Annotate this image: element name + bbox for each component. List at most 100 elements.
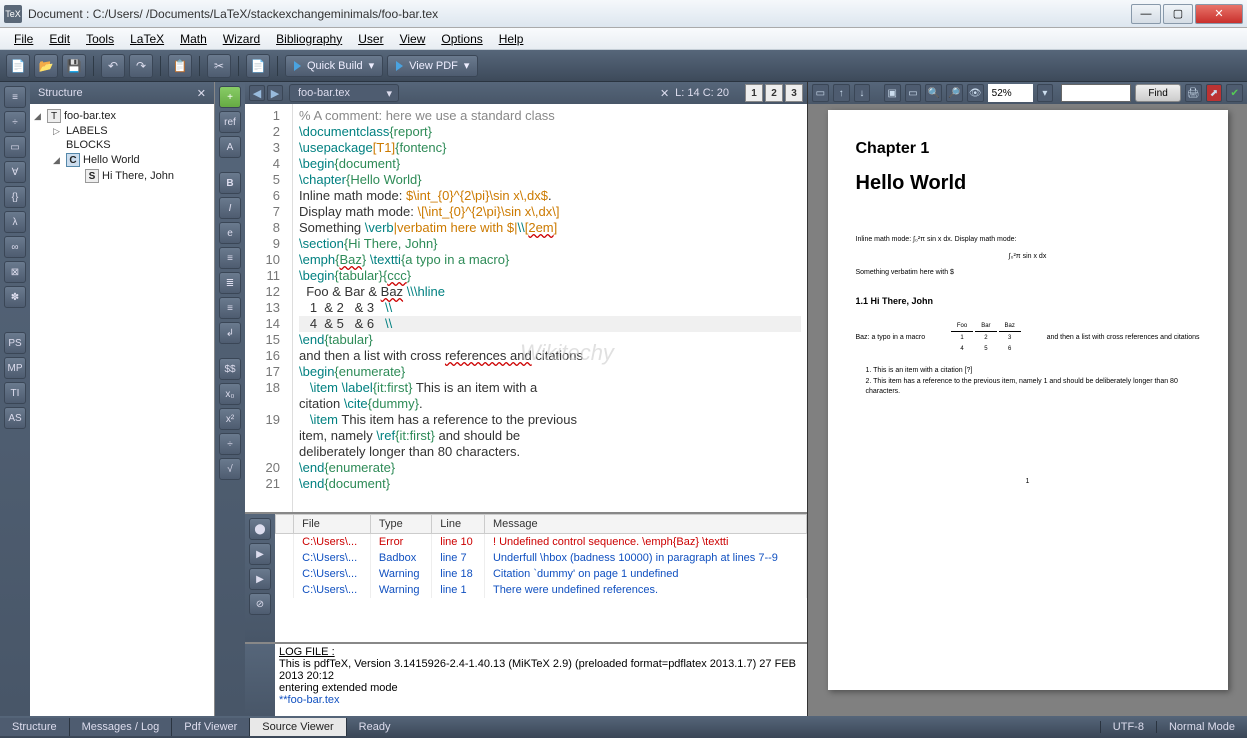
- minimize-button[interactable]: —: [1131, 4, 1161, 24]
- lambda-button[interactable]: λ: [4, 211, 26, 233]
- pdf-print-button[interactable]: 🖨: [1185, 84, 1202, 102]
- center-align-button[interactable]: ≣: [219, 272, 241, 294]
- chapter-button[interactable]: ÷: [4, 111, 26, 133]
- code-line[interactable]: \section{Hi There, John}: [299, 236, 801, 252]
- menu-tools[interactable]: Tools: [78, 30, 122, 48]
- section-button[interactable]: ▭: [4, 136, 26, 158]
- menu-latex[interactable]: LaTeX: [122, 30, 172, 48]
- structure-close-icon[interactable]: ✕: [197, 87, 206, 100]
- code-line[interactable]: \begin{enumerate}: [299, 364, 801, 380]
- star-button[interactable]: ✽: [4, 286, 26, 308]
- prev-tab-button[interactable]: ◀: [249, 85, 265, 101]
- subscript-button[interactable]: x₀: [219, 383, 241, 405]
- pdf-check-button[interactable]: ✔: [1226, 84, 1243, 102]
- status-tab-structure[interactable]: Structure: [0, 718, 70, 736]
- paste-button[interactable]: 📄: [246, 54, 270, 78]
- code-line[interactable]: deliberately longer than 80 characters.: [299, 444, 801, 460]
- ps-button[interactable]: PS: [4, 332, 26, 354]
- code-editor[interactable]: 123456789101112131415161718192021 % A co…: [245, 104, 807, 512]
- code-line[interactable]: \begin{tabular}{ccc}: [299, 268, 801, 284]
- code-line[interactable]: 1 & 2 & 3 \\: [299, 300, 801, 316]
- code-line[interactable]: and then a list with cross references an…: [299, 348, 801, 364]
- code-line[interactable]: item, namely \ref{it:first} and should b…: [299, 428, 801, 444]
- right-align-button[interactable]: ≡: [219, 297, 241, 319]
- new-file-button[interactable]: 📄: [6, 54, 30, 78]
- pdf-page-button[interactable]: ▭: [812, 84, 829, 102]
- code-line[interactable]: Display math mode: \[\int_{0}^{2\pi}\sin…: [299, 204, 801, 220]
- pdf-zoom-level[interactable]: 52%: [988, 84, 1033, 102]
- infinity-button[interactable]: ∞: [4, 236, 26, 258]
- menu-bibliography[interactable]: Bibliography: [268, 30, 350, 48]
- code-line[interactable]: \chapter{Hello World}: [299, 172, 801, 188]
- close-button[interactable]: ✕: [1195, 4, 1243, 24]
- pdf-viewport[interactable]: Chapter 1 Hello World Inline math mode: …: [808, 104, 1247, 716]
- code-line[interactable]: \usepackage[T1]{fontenc}: [299, 140, 801, 156]
- item-plus-button[interactable]: +: [219, 86, 241, 108]
- cut-button[interactable]: ✂: [207, 54, 231, 78]
- pdf-up-button[interactable]: ↑: [833, 84, 850, 102]
- menu-math[interactable]: Math: [172, 30, 215, 48]
- code-line[interactable]: Inline math mode: $\int_{0}^{2\pi}\sin x…: [299, 188, 801, 204]
- braces-button[interactable]: {}: [4, 186, 26, 208]
- superscript-button[interactable]: x²: [219, 408, 241, 430]
- view-2-button[interactable]: 2: [765, 84, 783, 102]
- italic-button[interactable]: I: [219, 197, 241, 219]
- view-pdf-button[interactable]: View PDF▾: [387, 55, 478, 77]
- code-line[interactable]: Foo & Bar & Baz \\\hline: [299, 284, 801, 300]
- menu-user[interactable]: User: [350, 30, 391, 48]
- sqrt-button[interactable]: √: [219, 458, 241, 480]
- messages-table[interactable]: FileTypeLineMessageC:\Users\...Errorline…: [275, 514, 807, 642]
- tree-section[interactable]: SHi There, John: [34, 168, 210, 184]
- next-tab-button[interactable]: ▶: [267, 85, 283, 101]
- pdf-external-button[interactable]: ⬈: [1206, 84, 1223, 102]
- pdf-fit-width-button[interactable]: ▭: [905, 84, 922, 102]
- code-line[interactable]: % A comment: here we use a standard clas…: [299, 108, 801, 124]
- tree-blocks[interactable]: BLOCKS: [34, 138, 210, 152]
- tree-chapter[interactable]: ◢CHello World: [34, 152, 210, 168]
- status-tab-pdf-viewer[interactable]: Pdf Viewer: [172, 718, 250, 736]
- close-tab-icon[interactable]: ✕: [660, 87, 669, 100]
- menu-options[interactable]: Options: [433, 30, 490, 48]
- inline-math-button[interactable]: $$: [219, 358, 241, 380]
- tree-root[interactable]: ◢Tfoo-bar.tex: [34, 108, 210, 124]
- menu-help[interactable]: Help: [491, 30, 532, 48]
- msg-nav-prev-button[interactable]: ▶: [249, 568, 271, 590]
- code-line[interactable]: 4 & 5 & 6 \\: [299, 316, 801, 332]
- fraction-button[interactable]: ÷: [219, 433, 241, 455]
- ref-button[interactable]: ref: [219, 111, 241, 133]
- code-line[interactable]: Something \verb|verbatim here with $|\\[…: [299, 220, 801, 236]
- tree-labels[interactable]: ▷LABELS: [34, 124, 210, 138]
- ti-button[interactable]: TI: [4, 382, 26, 404]
- pdf-search-input[interactable]: [1061, 84, 1131, 102]
- message-row[interactable]: C:\Users\...Warningline 1There were unde…: [276, 582, 807, 598]
- message-row[interactable]: C:\Users\...Errorline 10! Undefined cont…: [276, 534, 807, 551]
- menu-edit[interactable]: Edit: [41, 30, 78, 48]
- code-line[interactable]: \begin{document}: [299, 156, 801, 172]
- open-file-button[interactable]: 📂: [34, 54, 58, 78]
- as-button[interactable]: AS: [4, 407, 26, 429]
- part-button[interactable]: ≡: [4, 86, 26, 108]
- pdf-eye-button[interactable]: 👁: [967, 84, 984, 102]
- newline-button[interactable]: ↲: [219, 322, 241, 344]
- view-3-button[interactable]: 3: [785, 84, 803, 102]
- code-line[interactable]: \end{enumerate}: [299, 460, 801, 476]
- subsection-button[interactable]: ∀: [4, 161, 26, 183]
- font-button[interactable]: A: [219, 136, 241, 158]
- left-align-button[interactable]: ≡: [219, 247, 241, 269]
- product-button[interactable]: ⊠: [4, 261, 26, 283]
- message-row[interactable]: C:\Users\...Warningline 18Citation `dumm…: [276, 566, 807, 582]
- code-line[interactable]: citation \cite{dummy}.: [299, 396, 801, 412]
- status-tab-messages-log[interactable]: Messages / Log: [70, 718, 173, 736]
- pdf-zoom-out-button[interactable]: 🔎: [946, 84, 963, 102]
- emphasis-button[interactable]: e: [219, 222, 241, 244]
- code-line[interactable]: \documentclass{report}: [299, 124, 801, 140]
- pdf-zoom-drop-button[interactable]: ▾: [1037, 84, 1054, 102]
- copy-button[interactable]: 📋: [168, 54, 192, 78]
- pdf-zoom-in-button[interactable]: 🔍: [925, 84, 942, 102]
- msg-filter-error-button[interactable]: ⬤: [249, 518, 271, 540]
- menu-file[interactable]: File: [6, 30, 41, 48]
- msg-clear-button[interactable]: ⊘: [249, 593, 271, 615]
- pdf-down-button[interactable]: ↓: [854, 84, 871, 102]
- pdf-find-button[interactable]: Find: [1135, 84, 1180, 102]
- status-tab-source-viewer[interactable]: Source Viewer: [250, 718, 346, 736]
